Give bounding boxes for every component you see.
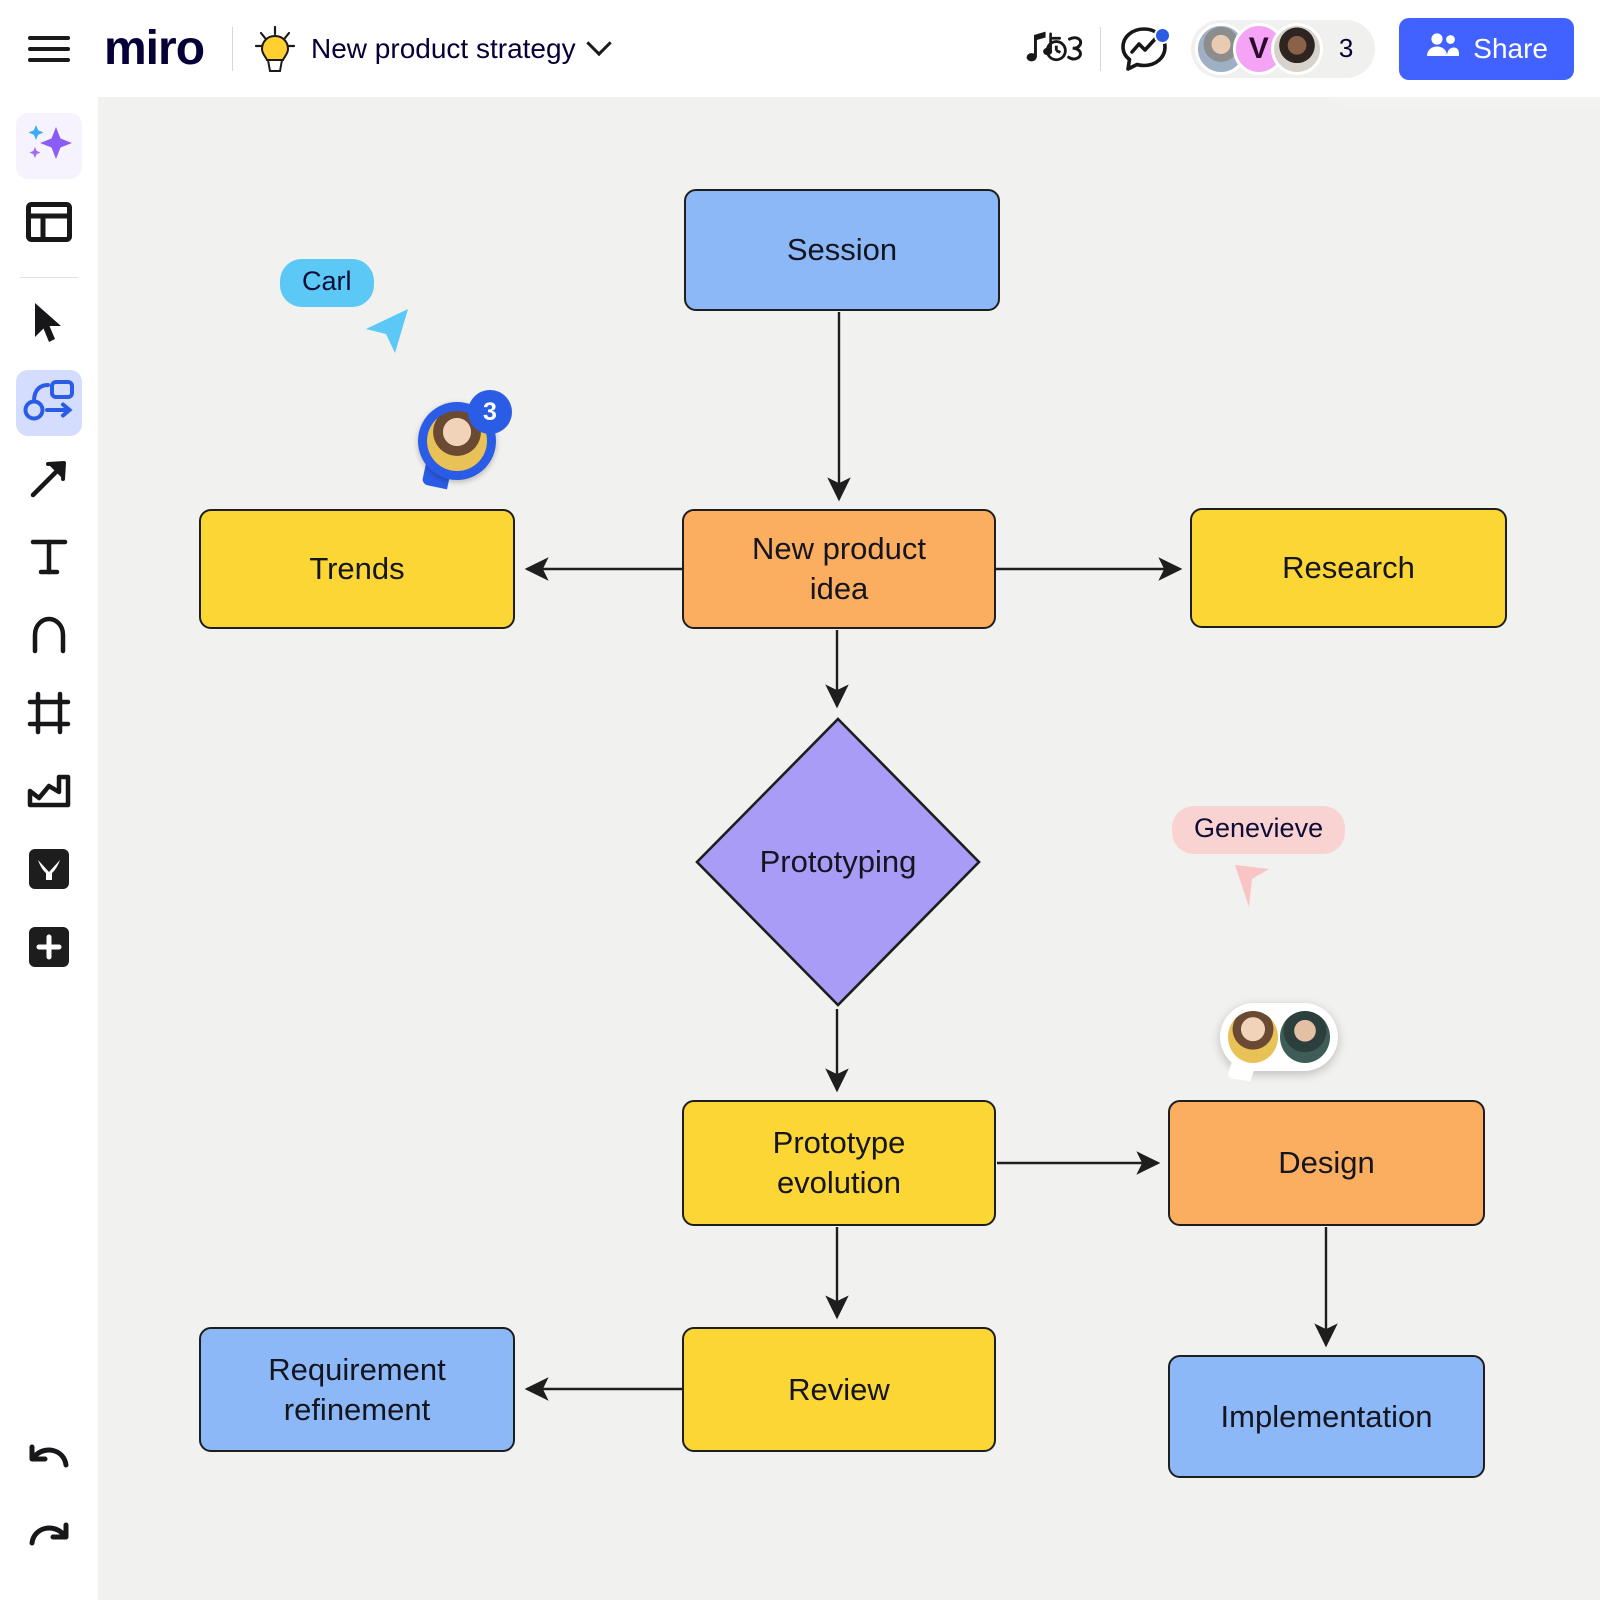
node-label: New product idea bbox=[751, 531, 927, 606]
top-bar: miro New product strategy V 3 Share bbox=[0, 0, 1600, 97]
cursor-pointer-carl bbox=[364, 307, 410, 360]
topbar-divider-2 bbox=[1099, 26, 1101, 71]
comment-thread-badge[interactable]: 3 bbox=[418, 390, 512, 490]
share-label: Share bbox=[1473, 32, 1548, 64]
hamburger-menu-icon[interactable] bbox=[28, 32, 70, 66]
left-toolbar bbox=[0, 97, 98, 1600]
cursor-name: Genevieve bbox=[1194, 813, 1324, 843]
chat-notification-dot bbox=[1153, 26, 1171, 44]
node-session[interactable]: Session bbox=[684, 189, 1000, 311]
node-label: Review bbox=[788, 1371, 890, 1407]
cursor-name: Carl bbox=[302, 266, 352, 296]
node-prototyping[interactable]: Prototyping bbox=[694, 716, 982, 1008]
tool-undo[interactable] bbox=[16, 1432, 82, 1498]
music-timer-vote-icon[interactable] bbox=[1020, 21, 1086, 77]
participants-group[interactable]: V 3 bbox=[1190, 19, 1376, 78]
chat-icon[interactable] bbox=[1115, 21, 1173, 77]
node-prototype-evolution[interactable]: Prototype evolution bbox=[682, 1100, 996, 1226]
node-label: Prototype evolution bbox=[772, 1125, 906, 1200]
plus-icon bbox=[28, 926, 70, 973]
arrow-icon bbox=[28, 458, 70, 505]
node-trends[interactable]: Trends bbox=[199, 509, 515, 629]
node-label: Design bbox=[1278, 1145, 1375, 1181]
tool-text[interactable] bbox=[16, 526, 82, 592]
participant-count: 3 bbox=[1338, 33, 1354, 63]
people-icon bbox=[1425, 32, 1460, 65]
shapes-connector-icon bbox=[23, 379, 75, 428]
avatar bbox=[1228, 1011, 1278, 1063]
templates-icon bbox=[26, 201, 72, 247]
lightbulb-icon bbox=[254, 25, 296, 72]
tool-redo[interactable] bbox=[16, 1510, 82, 1576]
pen-icon bbox=[30, 615, 68, 660]
node-label: Session bbox=[786, 232, 898, 268]
node-label: Requirement refinement bbox=[268, 1351, 446, 1427]
cursor-pointer-genevieve bbox=[1232, 863, 1272, 914]
comment-count-badge: 3 bbox=[468, 390, 512, 434]
board-canvas[interactable]: Session Trends New product idea Research… bbox=[98, 97, 1600, 1600]
miro-logo[interactable]: miro bbox=[104, 24, 205, 73]
avatar[interactable] bbox=[1270, 22, 1323, 75]
tool-more[interactable] bbox=[16, 916, 82, 982]
tool-sticky-note[interactable] bbox=[16, 838, 82, 904]
node-requirement-refinement[interactable]: Requirement refinement bbox=[199, 1327, 515, 1452]
redo-icon bbox=[26, 1521, 72, 1566]
frame-icon bbox=[27, 691, 71, 740]
tool-shapes-connector[interactable] bbox=[16, 370, 82, 436]
cursor-label-genevieve: Genevieve bbox=[1172, 806, 1346, 854]
node-implementation[interactable]: Implementation bbox=[1168, 1355, 1485, 1478]
cursor-icon bbox=[32, 301, 66, 350]
node-research[interactable]: Research bbox=[1190, 508, 1507, 628]
node-label: Research bbox=[1282, 550, 1415, 586]
cursor-label-carl: Carl bbox=[280, 259, 374, 307]
comment-thread-pair[interactable] bbox=[1220, 1003, 1338, 1071]
node-label: Trends bbox=[309, 551, 405, 587]
node-design[interactable]: Design bbox=[1168, 1100, 1485, 1226]
tool-ai-sparkle[interactable] bbox=[16, 113, 82, 179]
sparkle-icon bbox=[23, 120, 75, 173]
tool-pen[interactable] bbox=[16, 604, 82, 670]
tool-arrow[interactable] bbox=[16, 448, 82, 514]
text-icon bbox=[28, 536, 70, 583]
share-button[interactable]: Share bbox=[1399, 17, 1574, 80]
node-review[interactable]: Review bbox=[682, 1327, 996, 1452]
tool-select-cursor[interactable] bbox=[16, 292, 82, 358]
tool-frame[interactable] bbox=[16, 682, 82, 748]
sticky-note-icon bbox=[28, 848, 70, 895]
board-title[interactable]: New product strategy bbox=[311, 33, 576, 65]
chart-icon bbox=[26, 772, 72, 815]
undo-icon bbox=[26, 1443, 72, 1488]
tool-templates[interactable] bbox=[16, 191, 82, 257]
avatar bbox=[1280, 1011, 1330, 1063]
node-label: Implementation bbox=[1220, 1398, 1433, 1434]
node-new-product-idea[interactable]: New product idea bbox=[682, 509, 996, 629]
toolbar-divider bbox=[20, 277, 78, 278]
topbar-divider bbox=[232, 26, 234, 71]
chevron-down-icon[interactable] bbox=[585, 30, 612, 56]
tool-chart[interactable] bbox=[16, 760, 82, 826]
